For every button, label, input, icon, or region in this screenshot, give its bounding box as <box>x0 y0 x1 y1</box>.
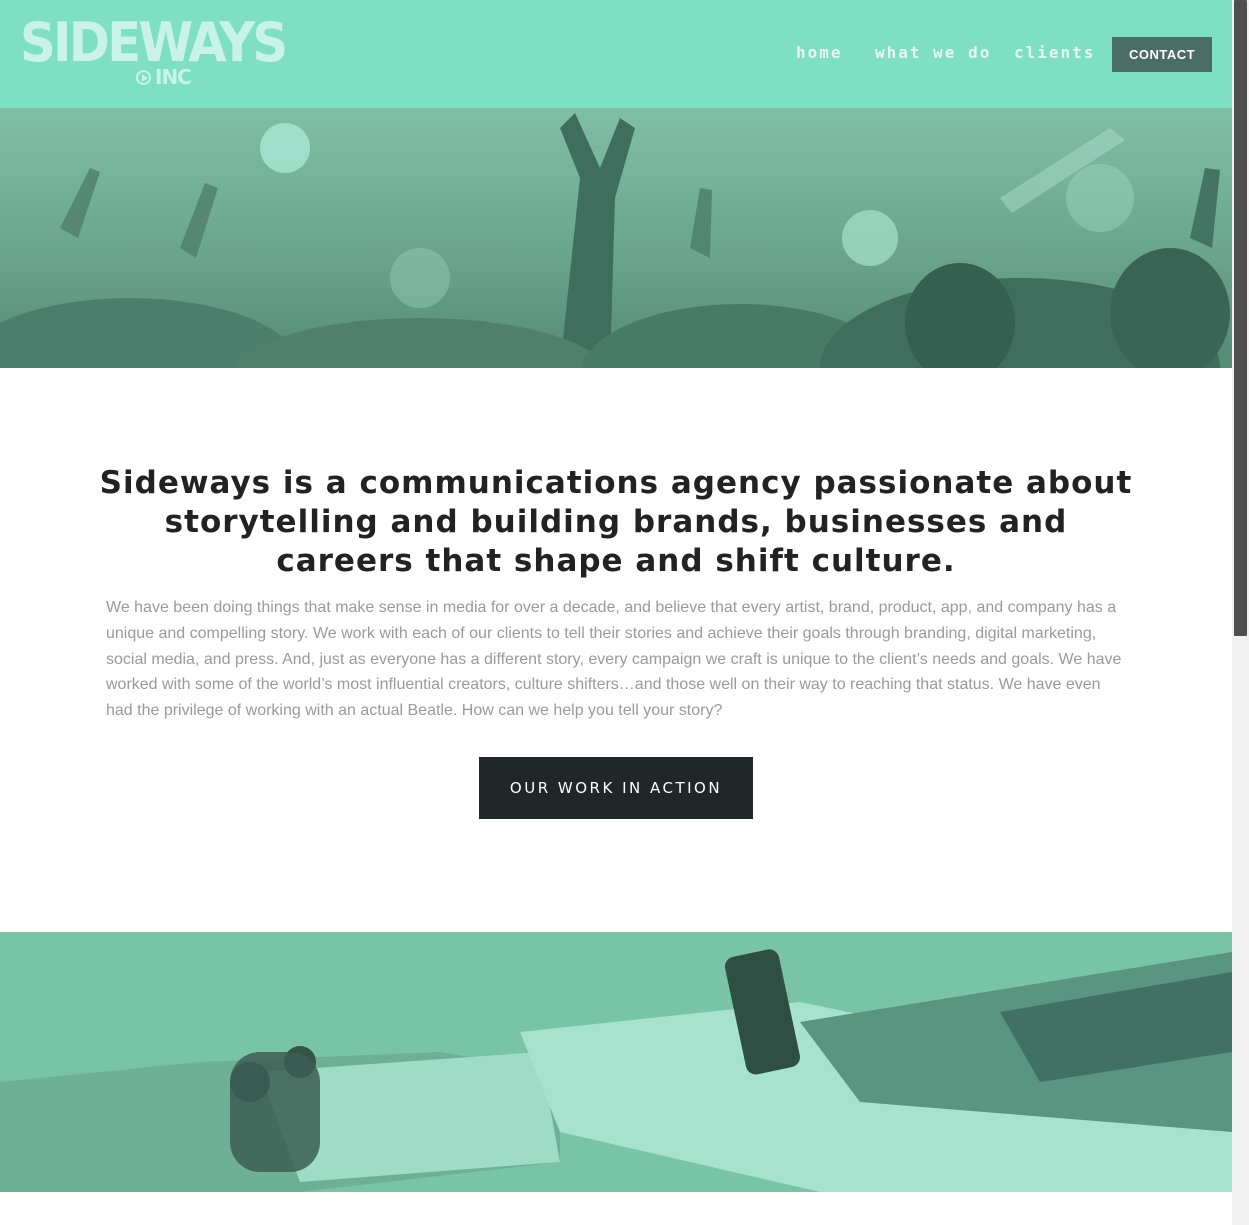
page: SIDEWAYS INC home what we do clients CON… <box>0 0 1232 1225</box>
about-headline: Sideways is a communications agency pass… <box>99 465 1133 579</box>
contact-button[interactable]: CONTACT <box>1112 37 1212 72</box>
our-work-button[interactable]: OUR WORK IN ACTION <box>479 757 753 819</box>
site-header: SIDEWAYS INC home what we do clients CON… <box>0 0 1232 108</box>
vertical-scrollbar[interactable] <box>1232 0 1249 1225</box>
about-body: We have been doing things that make sens… <box>106 599 1122 720</box>
concert-crowd-image <box>0 108 1232 368</box>
fist-bump-illustration <box>0 932 1232 1192</box>
main-nav: home what we do clients CONTACT <box>0 0 1232 108</box>
nav-clients-link[interactable]: clients <box>1014 43 1095 62</box>
nav-home-link[interactable]: home <box>796 43 843 62</box>
concert-crowd-illustration <box>0 113 1230 368</box>
nav-what-we-do-link[interactable]: what we do <box>875 43 991 62</box>
about-section: Sideways is a communications agency pass… <box>0 368 1232 932</box>
scrollbar-thumb[interactable] <box>1234 0 1247 636</box>
fist-bump-image <box>0 932 1232 1192</box>
